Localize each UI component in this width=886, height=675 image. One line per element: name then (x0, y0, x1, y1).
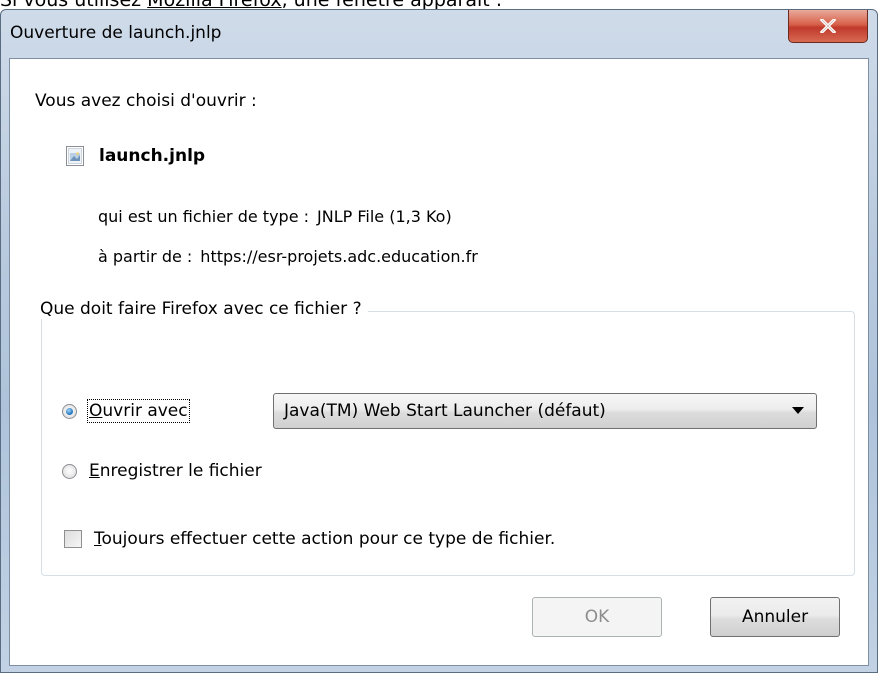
file-source-value: https://esr-projets.adc.education.fr (200, 247, 478, 266)
file-name: launch.jnlp (99, 146, 206, 166)
dialog-client-area: Vous avez choisi d'ouvrir : launch.jnlp … (9, 58, 869, 666)
file-source-label: à partir de : (98, 247, 193, 266)
always-do-this-accesskey: T (94, 529, 102, 549)
document-icon (66, 146, 84, 166)
chevron-down-icon[interactable] (792, 407, 804, 414)
open-with-app-value: Java(TM) Web Start Launcher (défaut) (284, 401, 606, 421)
page: Si vous utilisez Mozilla Firefox, une fe… (0, 0, 886, 675)
always-do-this-label-text: oujours effectuer cette action pour ce t… (101, 529, 556, 549)
always-do-this-checkbox[interactable] (64, 530, 82, 548)
file-type-label: qui est un fichier de type : (98, 207, 310, 226)
open-with-app-select[interactable]: Java(TM) Web Start Launcher (défaut) (273, 393, 817, 429)
close-button[interactable] (788, 10, 868, 43)
always-do-this-label[interactable]: Toujours effectuer cette action pour ce … (94, 529, 555, 549)
title-bar[interactable]: Ouverture de launch.jnlp (1, 10, 877, 58)
open-with-radio[interactable] (62, 403, 77, 419)
always-do-this-option[interactable]: Toujours effectuer cette action pour ce … (64, 529, 555, 549)
file-row: launch.jnlp (65, 144, 205, 168)
save-file-option[interactable]: Enregistrer le fichier (62, 461, 262, 481)
ok-button[interactable]: OK (532, 597, 662, 637)
open-with-accesskey: O (89, 401, 103, 421)
dialog-window: Ouverture de launch.jnlp Vous avez chois… (0, 9, 878, 673)
open-with-label-text: uvrir avec (102, 401, 188, 421)
intro-text: Vous avez choisi d'ouvrir : (35, 91, 257, 111)
save-file-label[interactable]: Enregistrer le fichier (89, 461, 262, 481)
file-type-value: JNLP File (1,3 Ko) (317, 207, 452, 226)
action-group-title: Que doit faire Firefox avec ce fichier ? (35, 299, 368, 319)
window-title: Ouverture de launch.jnlp (10, 23, 222, 43)
save-file-label-text: nregistrer le fichier (99, 461, 262, 481)
file-source-line: à partir de : https://esr-projets.adc.edu… (98, 247, 478, 266)
open-with-option[interactable]: Ouvrir avec (62, 399, 190, 423)
file-type-line: qui est un fichier de type : JNLP File (1… (98, 207, 452, 226)
save-file-radio[interactable] (62, 463, 77, 479)
save-file-accesskey: E (89, 461, 100, 481)
cancel-button[interactable]: Annuler (710, 597, 840, 637)
document-text: Si vous utilisez Mozilla Firefox, une fe… (0, 0, 886, 11)
close-icon (820, 19, 836, 33)
open-with-label[interactable]: Ouvrir avec (87, 399, 190, 423)
